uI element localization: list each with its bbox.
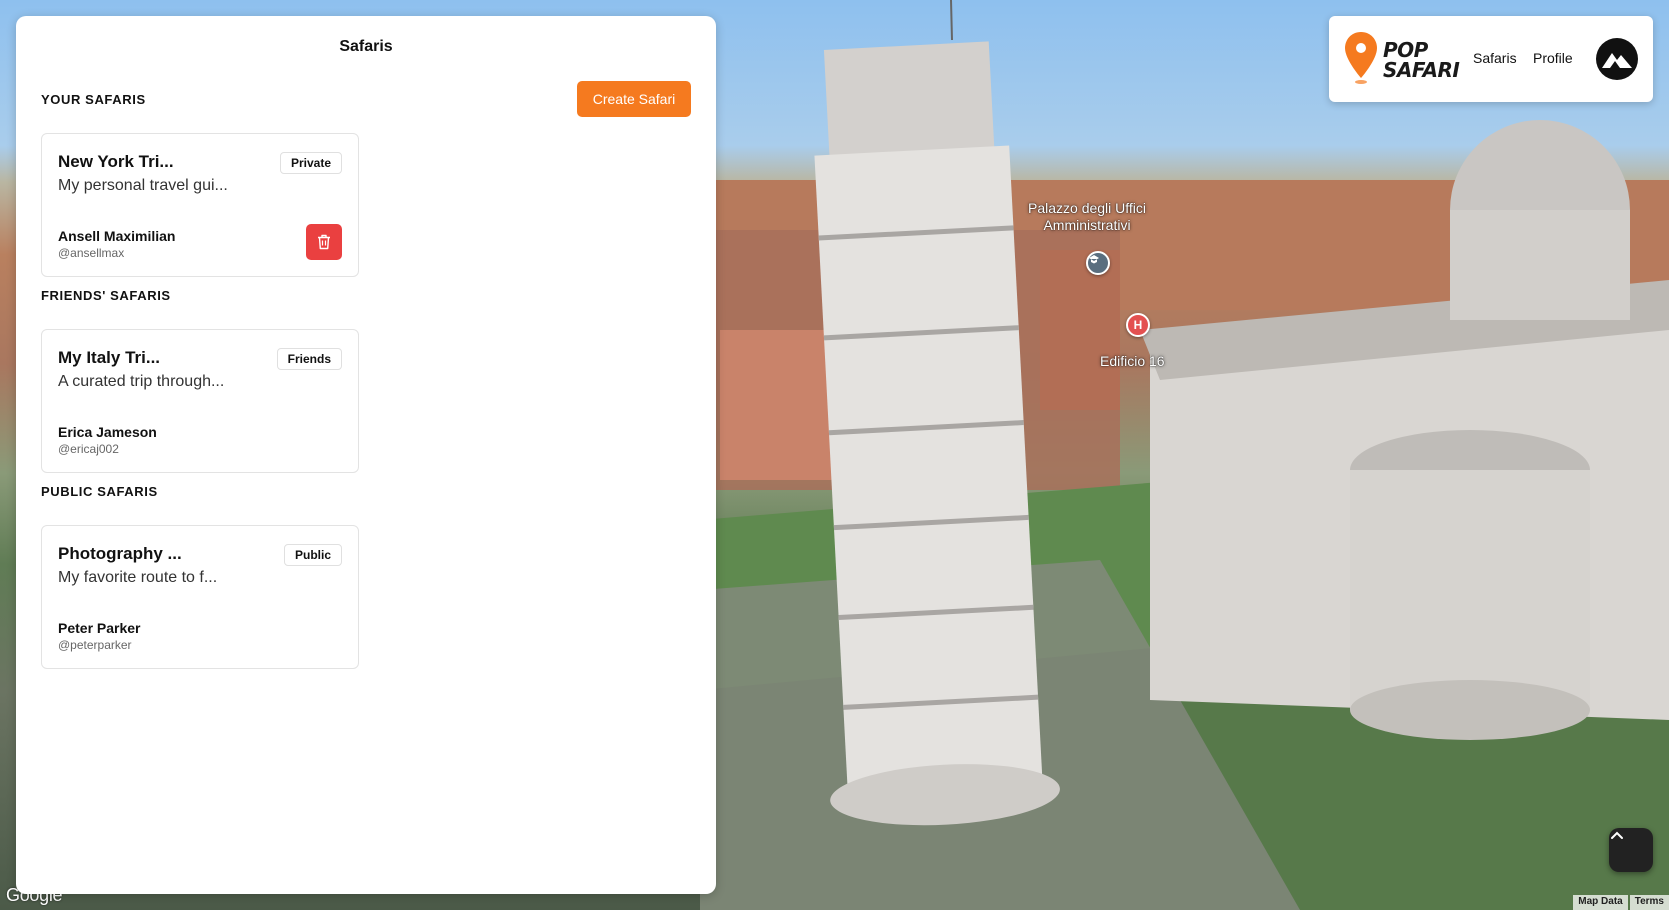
card-title: Photography ... <box>58 544 182 563</box>
owner-handle: @peterparker <box>58 638 132 652</box>
create-safari-button[interactable]: Create Safari <box>577 81 691 117</box>
map-data-link[interactable]: Map Data <box>1573 895 1628 910</box>
logo-line1: POP <box>1383 38 1428 62</box>
map-label-palazzo-line1: Palazzo degli Uffici <box>1028 200 1147 216</box>
delete-safari-button[interactable] <box>306 224 342 260</box>
map-pin-icon <box>1345 32 1377 84</box>
safari-card-your[interactable]: New York Tri... Private My personal trav… <box>41 133 359 277</box>
map-label-palazzo[interactable]: Palazzo degli Uffici Amministrativi <box>1028 200 1146 234</box>
card-description: My favorite route to f... <box>58 569 218 586</box>
owner-name: Ansell Maximilian <box>58 228 176 244</box>
owner-handle: @ansellmax <box>58 246 125 260</box>
map-label-palazzo-line2: Amministrativi <box>1043 217 1131 233</box>
logo-line2: SAFARI <box>1383 58 1460 82</box>
public-safaris-heading: PUBLIC SAFARIS <box>41 484 158 499</box>
pop-safari-logo[interactable]: POP SAFARI <box>1343 30 1460 88</box>
friends-safaris-heading: FRIENDS' SAFARIS <box>41 288 171 303</box>
owner-handle: @ericaj002 <box>58 442 119 456</box>
trash-icon <box>318 234 330 250</box>
card-title: My Italy Tri... <box>58 348 161 367</box>
visibility-badge: Friends <box>276 348 342 370</box>
visibility-badge: Public <box>283 544 342 566</box>
hospital-pin-icon[interactable]: H <box>1126 313 1150 337</box>
top-nav: POP SAFARI Safaris Profile <box>1329 16 1653 102</box>
visibility-badge: Private <box>279 152 342 174</box>
school-pin-icon[interactable] <box>1086 251 1110 275</box>
map-attribution: Map Data Terms <box>1571 895 1669 910</box>
safaris-panel: Safaris YOUR SAFARIS Create Safari New Y… <box>16 16 716 894</box>
avatar[interactable] <box>1596 38 1638 80</box>
card-description: A curated trip through... <box>58 373 225 390</box>
map-label-edificio[interactable]: Edificio 16 <box>1100 353 1165 370</box>
owner-name: Peter Parker <box>58 620 141 636</box>
owner-name: Erica Jameson <box>58 424 157 440</box>
safari-card-public[interactable]: Photography ... Public My favorite route… <box>41 525 359 669</box>
mountain-logo-icon <box>1602 53 1632 68</box>
your-safaris-heading: YOUR SAFARIS <box>41 92 146 107</box>
logo-wordmark: POP SAFARI <box>1383 38 1460 82</box>
hospital-pin-letter: H <box>1133 318 1143 332</box>
map-expand-button[interactable] <box>1609 828 1653 872</box>
terms-link[interactable]: Terms <box>1629 895 1669 910</box>
nav-link-profile[interactable]: Profile <box>1533 50 1573 66</box>
chevron-up-icon <box>1611 831 1623 839</box>
nav-link-safaris[interactable]: Safaris <box>1473 50 1517 66</box>
card-description: My personal travel gui... <box>58 177 228 194</box>
panel-title: Safaris <box>339 38 393 55</box>
card-title: New York Tri... <box>58 152 174 171</box>
safari-card-friends[interactable]: My Italy Tri... Friends A curated trip t… <box>41 329 359 473</box>
